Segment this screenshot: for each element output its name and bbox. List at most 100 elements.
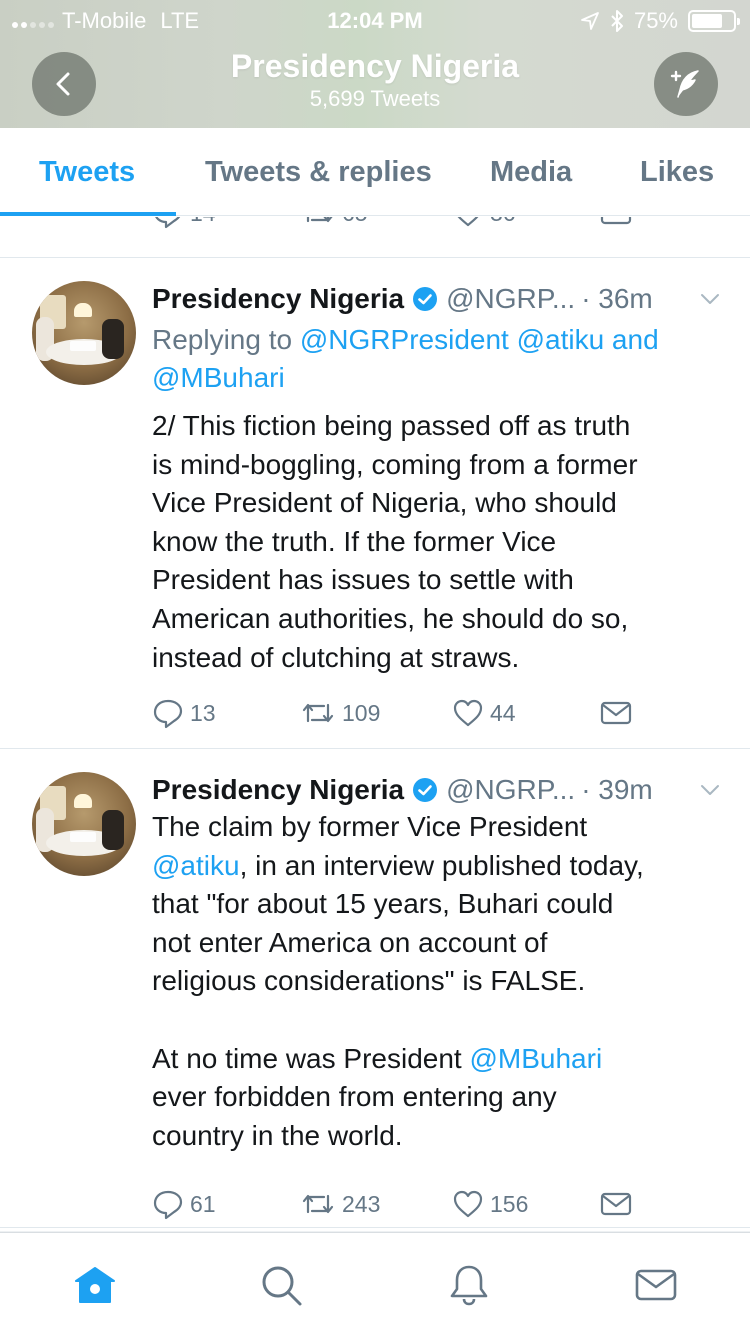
location-arrow-icon — [581, 12, 599, 30]
tweet-text-line: country in the world. — [152, 1119, 403, 1151]
retweet-count: 109 — [342, 699, 381, 726]
reply-count: 13 — [190, 699, 216, 726]
tab-likes[interactable]: Likes — [640, 156, 714, 189]
like-button[interactable]: 156 — [452, 1188, 528, 1220]
reply-count: 14 — [190, 217, 216, 227]
profile-header: T-Mobile LTE 12:04 PM 75% Presidency Nig… — [0, 0, 750, 128]
reply-icon — [153, 1190, 183, 1220]
chevron-down-icon[interactable] — [698, 287, 722, 311]
reply-button[interactable]: 13 — [152, 697, 216, 729]
replying-to-label: Replying to — [152, 324, 300, 355]
retweet-count: 65 — [342, 217, 368, 227]
tweet-item[interactable]: Presidency Nigeria @NGRP... · 36m Replyi… — [0, 281, 750, 747]
tweet-text: 2/ This fiction being passed off as trut… — [152, 407, 727, 677]
heart-icon — [453, 699, 483, 727]
reply-icon — [155, 217, 181, 229]
bluetooth-icon — [611, 10, 623, 32]
retweet-button[interactable]: 243 — [300, 1188, 380, 1220]
direct-message-button[interactable] — [600, 217, 632, 229]
tweet-timeline[interactable]: 14 65 36 Presidency Nigeria @NGRP... · 3… — [0, 217, 750, 1231]
bottom-tab-bar — [0, 1232, 750, 1334]
compose-feather-icon — [670, 70, 699, 98]
tweet-count: 5,699 Tweets — [309, 86, 441, 111]
active-tab-indicator — [0, 212, 176, 216]
tweet-timestamp[interactable]: · 39m — [581, 774, 653, 806]
notifications-tab[interactable] — [447, 1263, 491, 1307]
tab-media[interactable]: Media — [490, 156, 572, 189]
retweet-button[interactable]: 109 — [300, 697, 380, 729]
tweet-text-line: ever forbidden from entering any — [152, 1081, 557, 1113]
envelope-icon — [600, 1192, 632, 1216]
verified-badge-icon — [413, 287, 438, 311]
direct-message-button[interactable] — [600, 697, 632, 729]
tweet-header: Presidency Nigeria @NGRP... · 36m — [152, 281, 722, 317]
tweet-text-line: President has issues to settle with — [152, 564, 574, 596]
verified-badge-icon — [413, 778, 438, 802]
previous-tweet-actions: 14 65 36 — [0, 217, 750, 237]
like-count: 156 — [490, 1190, 529, 1217]
compose-tweet-button[interactable] — [654, 52, 718, 116]
author-name[interactable]: Presidency Nigeria — [152, 774, 404, 806]
tweet-text-line: that "for about 15 years, Buhari could — [152, 888, 614, 920]
battery-percent: 75% — [633, 8, 678, 33]
reply-button[interactable]: 14 — [152, 217, 216, 229]
chevron-down-icon[interactable] — [698, 778, 722, 802]
home-icon — [75, 1267, 115, 1303]
tab-tweets[interactable]: Tweets — [39, 156, 135, 189]
like-count: 36 — [490, 217, 516, 227]
heart-icon — [457, 217, 479, 227]
tweet-text-line: Vice President of Nigeria, who should — [152, 487, 617, 519]
author-name[interactable]: Presidency Nigeria — [152, 283, 404, 315]
tweet-text-fragment: , in an interview published today, — [239, 849, 644, 881]
direct-message-button[interactable] — [600, 1188, 632, 1220]
retweet-button[interactable]: 65 — [300, 217, 368, 229]
tweet-text-line: instead of clutching at straws. — [152, 641, 520, 673]
tab-tweets-and-replies[interactable]: Tweets & replies — [205, 156, 432, 189]
tweet-actions: 61 243 156 — [152, 1188, 672, 1224]
tweet-text-line: At no time was President @MBuhari — [152, 1040, 727, 1079]
profile-tabs: Tweets Tweets & replies Media Likes — [0, 128, 750, 216]
tweet-text-line: American authorities, he should do so, — [152, 602, 629, 634]
like-button[interactable]: 36 — [452, 217, 516, 229]
reply-mention-link[interactable]: @NGRPresident @atiku — [300, 324, 604, 355]
like-button[interactable]: 44 — [452, 697, 516, 729]
tweet-text-line: The claim by former Vice President — [152, 811, 588, 842]
mention-link[interactable]: @atiku — [152, 850, 240, 881]
tweet-text-line: religious considerations" is FALSE. — [152, 965, 586, 997]
like-count: 44 — [490, 699, 516, 726]
tweet-actions: 13 109 44 — [152, 697, 672, 733]
search-tab[interactable] — [259, 1263, 303, 1307]
notifications-icon — [450, 1265, 488, 1306]
tweet-timestamp[interactable]: · 36m — [581, 283, 653, 315]
avatar[interactable] — [32, 281, 136, 385]
tweet-separator — [0, 257, 750, 258]
messages-icon — [635, 1269, 677, 1301]
tweet-text-line: know the truth. If the former Vice — [152, 525, 557, 557]
reply-mention-link[interactable]: @MBuhari — [152, 362, 285, 393]
tweet-item[interactable]: Presidency Nigeria @NGRP... · 39m The cl… — [0, 772, 750, 1220]
replying-to: Replying to @NGRPresident @atiku and @MB… — [152, 321, 722, 397]
tweet-text-line: @atiku, in an interview published today, — [152, 847, 727, 886]
messages-tab[interactable] — [634, 1263, 678, 1307]
reply-button[interactable]: 61 — [152, 1188, 216, 1220]
tweet-text: The claim by former Vice President @atik… — [152, 808, 727, 1155]
reply-and-more-link[interactable]: and — [604, 324, 659, 355]
author-handle[interactable]: @NGRP... — [446, 774, 575, 806]
tweet-separator — [0, 748, 750, 749]
status-bar-right: 75% — [580, 8, 740, 34]
retweet-icon — [302, 703, 334, 723]
retweet-icon — [302, 1194, 334, 1214]
heart-icon — [453, 1190, 483, 1218]
home-tab[interactable] — [73, 1263, 117, 1307]
avatar[interactable] — [32, 772, 136, 876]
battery-fill — [692, 14, 722, 28]
author-handle[interactable]: @NGRP... — [446, 283, 575, 315]
reply-count: 61 — [190, 1190, 216, 1217]
status-bar: T-Mobile LTE 12:04 PM 75% — [0, 0, 750, 40]
tweet-separator — [0, 1227, 750, 1228]
tweet-header: Presidency Nigeria @NGRP... · 39m — [152, 772, 722, 808]
battery-icon — [688, 10, 740, 32]
envelope-icon — [600, 217, 632, 225]
mention-link[interactable]: @MBuhari — [469, 1043, 602, 1074]
retweet-icon — [306, 217, 333, 223]
